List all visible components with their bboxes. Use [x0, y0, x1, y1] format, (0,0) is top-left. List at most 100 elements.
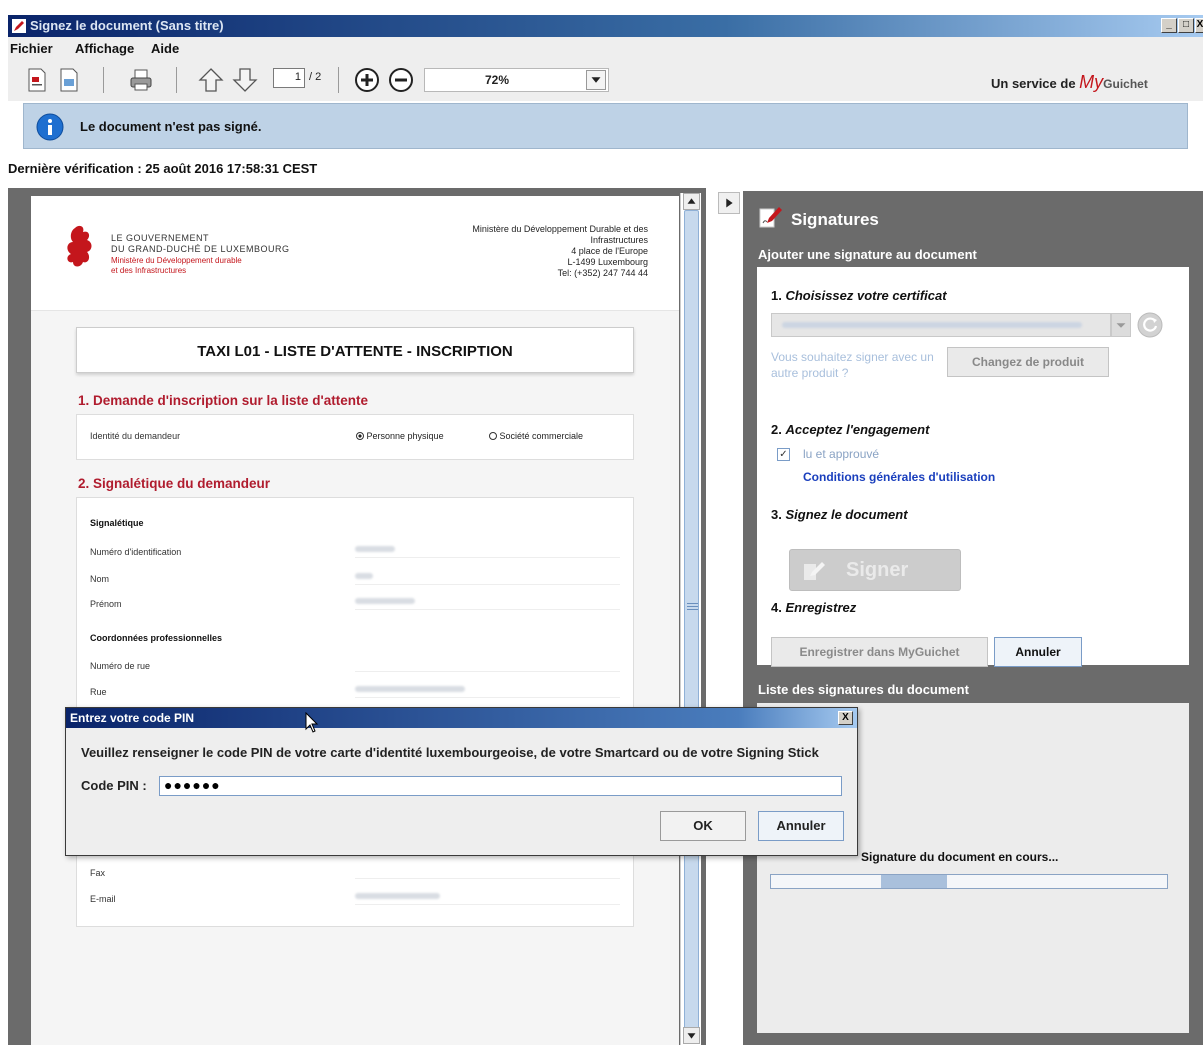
refresh-icon[interactable]: [1137, 312, 1163, 338]
arrow-down-icon[interactable]: [232, 67, 258, 93]
pin-dialog: Entrez votre code PIN X Veuillez renseig…: [65, 707, 858, 856]
field-label: Rue: [90, 687, 107, 697]
address-line: L-1499 Luxembourg: [567, 257, 648, 267]
certificate-select[interactable]: [771, 313, 1111, 337]
toolbar-separator: [176, 67, 177, 93]
step-4: 4. Enregistrez: [771, 600, 857, 615]
address-line: 4 place de l'Europe: [571, 246, 648, 256]
pin-close-button[interactable]: X: [838, 711, 853, 725]
menu-affichage[interactable]: Affichage: [75, 41, 134, 56]
accept-checkbox[interactable]: ✓: [777, 448, 790, 461]
sign-pen-icon: [759, 207, 782, 228]
scroll-up-icon[interactable]: [683, 193, 700, 210]
mouse-cursor-icon: [305, 712, 319, 733]
field-value: [355, 654, 620, 672]
pin-dialog-title: Entrez votre code PIN: [70, 711, 195, 725]
radio-company[interactable]: Société commerciale: [489, 431, 583, 441]
luxembourg-lion-logo: [67, 225, 92, 267]
step-2: 2. Acceptez l'engagement: [771, 422, 930, 437]
menu-bar: Fichier Affichage Aide: [8, 37, 1203, 59]
field-value: [355, 861, 620, 879]
field-label: Nom: [90, 574, 110, 584]
field-label: Numéro de rue: [90, 661, 151, 671]
field-label: Fax: [90, 868, 106, 878]
address-line: Tel: (+352) 247 744 44: [557, 268, 648, 278]
step-1: 1. Choisissez votre certificat: [771, 288, 947, 303]
ok-button[interactable]: OK: [660, 811, 746, 841]
collapse-panel-icon[interactable]: [718, 192, 740, 214]
accept-label: lu et approuvé: [803, 447, 880, 461]
gov-line-1: LE GOUVERNEMENT: [111, 233, 210, 243]
print-icon[interactable]: [128, 67, 154, 93]
address-line: Ministère du Développement Durable et de…: [472, 224, 648, 234]
subsection-title: Coordonnées professionnelles: [90, 633, 223, 643]
pin-cancel-button[interactable]: Annuler: [758, 811, 844, 841]
service-brand: Un service de MyGuichet: [991, 72, 1148, 93]
section-title: 2. Signalétique du demandeur: [78, 476, 271, 491]
sign-button[interactable]: Signer: [789, 549, 961, 591]
radio-empty-icon: [489, 432, 497, 440]
subsection-title: Signalétique: [90, 518, 144, 528]
progress-bar: [770, 874, 1168, 889]
status-banner: Le document n'est pas signé.: [23, 103, 1188, 149]
document-header: LE GOUVERNEMENT DU GRAND-DUCHÉ DE LUXEMB…: [31, 196, 679, 311]
zoom-value: 72%: [485, 73, 510, 87]
field-label: E-mail: [90, 894, 116, 904]
toolbar-separator: [103, 67, 104, 93]
brand-guichet: Guichet: [1103, 77, 1148, 91]
close-button[interactable]: X: [1195, 18, 1203, 33]
document-view-icon[interactable]: [24, 67, 50, 93]
menu-fichier[interactable]: Fichier: [10, 41, 53, 56]
document-properties-icon[interactable]: [56, 67, 82, 93]
identity-label: Identité du demandeur: [90, 431, 181, 441]
zoom-select[interactable]: 72%: [424, 68, 609, 92]
document-scrollbar[interactable]: [680, 193, 701, 1045]
document-page: LE GOUVERNEMENT DU GRAND-DUCHÉ DE LUXEMB…: [31, 196, 679, 1045]
progress-label: Signature du document en cours...: [861, 850, 1059, 864]
radio-selected-icon: [356, 432, 364, 440]
scroll-thumb[interactable]: [684, 210, 699, 1032]
window-titlebar: Signez le document (Sans titre) _ □ X: [8, 15, 1203, 37]
zoom-out-icon[interactable]: [388, 67, 414, 93]
scroll-down-icon[interactable]: [683, 1027, 700, 1044]
info-icon: [36, 113, 64, 141]
form-title: TAXI L01 - LISTE D'ATTENTE - INSCRIPTION: [197, 343, 513, 360]
background-strip: [0, 0, 1203, 15]
signature-list-title: Liste des signatures du document: [758, 682, 969, 697]
signature-panel: Signatures Ajouter une signature au docu…: [743, 191, 1203, 1045]
menu-aide[interactable]: Aide: [151, 41, 179, 56]
radio-company-label: Société commerciale: [499, 431, 584, 441]
arrow-up-icon[interactable]: [198, 67, 224, 93]
sign-icon: [804, 562, 825, 580]
maximize-button[interactable]: □: [1178, 18, 1194, 33]
gov-line-2: DU GRAND-DUCHÉ DE LUXEMBOURG: [111, 244, 290, 254]
progress-indicator: [881, 875, 947, 888]
sign-label: Signer: [846, 559, 909, 581]
chevron-down-icon[interactable]: [1111, 313, 1131, 337]
change-product-button[interactable]: Changez de produit: [947, 347, 1109, 377]
pin-input[interactable]: ●●●●●●: [159, 776, 842, 796]
signature-steps-card: 1. Choisissez votre certificat Vous souh…: [757, 267, 1189, 667]
page-number-input[interactable]: 1: [273, 68, 305, 88]
section-title: 1. Demande d'inscription sur la liste d'…: [78, 393, 368, 408]
field-label: Prénom: [90, 599, 122, 609]
terms-link[interactable]: Conditions générales d'utilisation: [803, 470, 995, 484]
page-total: / 2: [309, 71, 322, 83]
radio-person[interactable]: Personne physique: [356, 431, 444, 441]
signatures-subtitle: Ajouter une signature au document: [758, 247, 977, 262]
toolbar: 1 / 2 72% Un service de MyGuichet: [8, 59, 1203, 101]
service-prefix: Un service de: [991, 76, 1076, 91]
save-myguichet-button[interactable]: Enregistrer dans MyGuichet: [771, 637, 988, 667]
field-label: Numéro d'identification: [90, 547, 182, 557]
field-value: [355, 680, 620, 698]
chevron-down-icon[interactable]: [586, 70, 606, 90]
field-value: [355, 540, 620, 558]
identity-box: Identité du demandeur Personne physique …: [76, 414, 634, 460]
minimize-button[interactable]: _: [1161, 18, 1177, 33]
cancel-button[interactable]: Annuler: [994, 637, 1082, 667]
gov-line-3: Ministère du Développement durable: [111, 256, 242, 265]
pen-app-icon: [12, 19, 26, 33]
step-3: 3. Signez le document: [771, 507, 908, 522]
form-title-box: TAXI L01 - LISTE D'ATTENTE - INSCRIPTION: [76, 327, 634, 373]
zoom-in-icon[interactable]: [354, 67, 380, 93]
